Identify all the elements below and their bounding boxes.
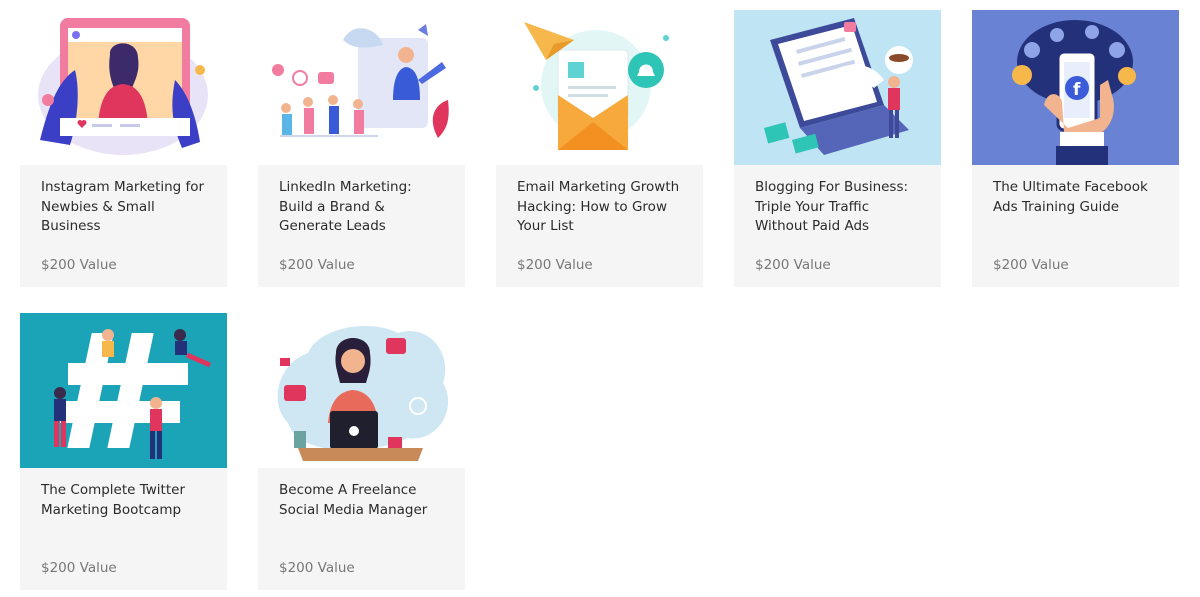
- course-title[interactable]: Blogging For Business: Triple Your Traff…: [755, 178, 921, 237]
- course-price: $200 Value: [41, 257, 117, 273]
- course-card[interactable]: Blogging For Business: Triple Your Traff…: [734, 10, 941, 287]
- course-title[interactable]: LinkedIn Marketing: Build a Brand & Gene…: [279, 178, 445, 237]
- svg-text:f: f: [1073, 80, 1081, 100]
- course-thumbnail[interactable]: [20, 313, 227, 468]
- course-card[interactable]: LinkedIn Marketing: Build a Brand & Gene…: [258, 10, 465, 287]
- course-title[interactable]: Email Marketing Growth Hacking: How to G…: [517, 178, 683, 237]
- course-title[interactable]: The Complete Twitter Marketing Bootcamp: [41, 481, 207, 520]
- course-title[interactable]: Become A Freelance Social Media Manager: [279, 481, 445, 520]
- course-card[interactable]: Become A Freelance Social Media Manager …: [258, 313, 465, 590]
- laptop-blog-icon: [734, 10, 941, 165]
- course-card[interactable]: Instagram Marketing for Newbies & Small …: [20, 10, 227, 287]
- facebook-phone-icon: f: [972, 10, 1179, 165]
- course-thumbnail[interactable]: [258, 10, 465, 165]
- course-price: $200 Value: [993, 257, 1069, 273]
- hashtag-icon: [20, 313, 227, 468]
- course-title[interactable]: Instagram Marketing for Newbies & Small …: [41, 178, 207, 237]
- course-thumbnail[interactable]: [20, 10, 227, 165]
- course-price: $200 Value: [41, 560, 117, 576]
- course-thumbnail[interactable]: [258, 313, 465, 468]
- course-title[interactable]: The Ultimate Facebook Ads Training Guide: [993, 178, 1159, 217]
- course-card[interactable]: The Complete Twitter Marketing Bootcamp …: [20, 313, 227, 590]
- course-price: $200 Value: [517, 257, 593, 273]
- course-card[interactable]: Email Marketing Growth Hacking: How to G…: [496, 10, 703, 287]
- course-price: $200 Value: [279, 257, 355, 273]
- freelancer-laptop-icon: [258, 313, 465, 468]
- instagram-illustration-icon: [20, 10, 227, 165]
- course-thumbnail[interactable]: [496, 10, 703, 165]
- email-envelope-icon: [496, 10, 703, 165]
- course-price: $200 Value: [279, 560, 355, 576]
- course-thumbnail[interactable]: [734, 10, 941, 165]
- course-price: $200 Value: [755, 257, 831, 273]
- course-thumbnail[interactable]: f: [972, 10, 1179, 165]
- course-card[interactable]: f The Ultimate Facebook Ads Training Gui…: [972, 10, 1179, 287]
- linkedin-illustration-icon: [258, 10, 465, 165]
